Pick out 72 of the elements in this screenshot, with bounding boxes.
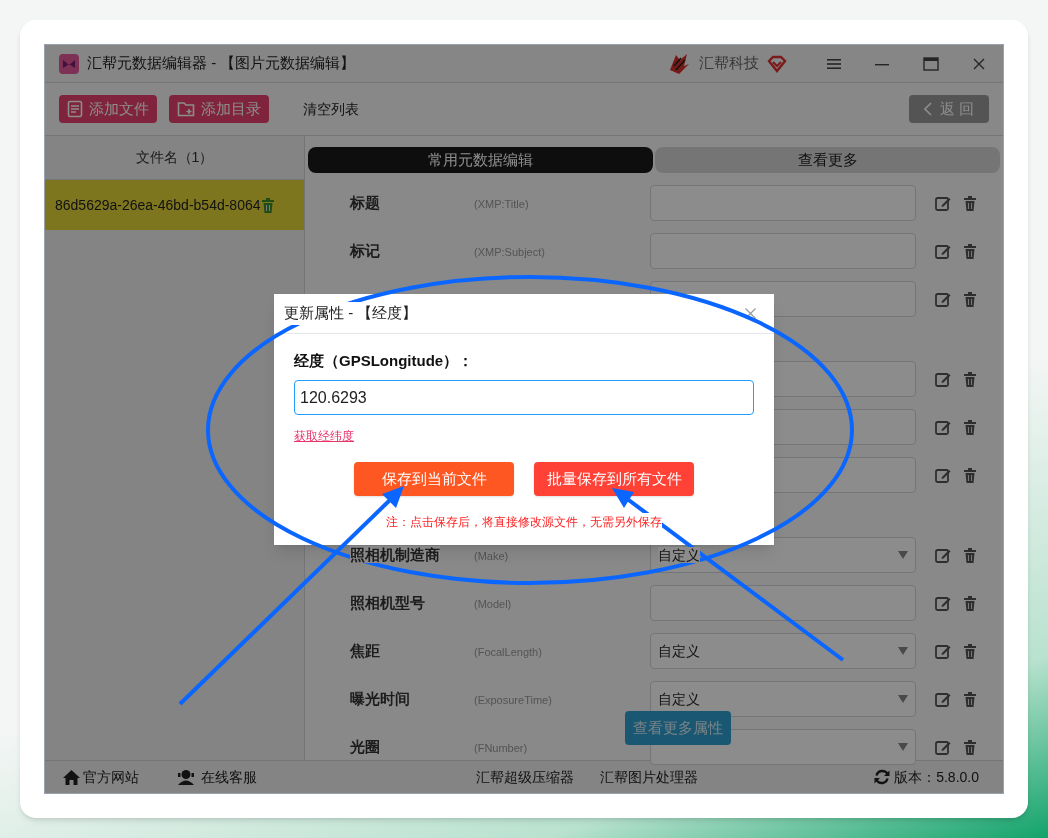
edit-icon[interactable] [934,642,951,660]
input-field[interactable] [650,185,916,221]
field-label: 照相机型号 [350,594,425,611]
dropdown-arrow-icon [898,551,908,559]
window-title: 汇帮元数据编辑器 - 【图片元数据编辑】 [87,53,356,74]
trash-icon[interactable] [963,467,977,483]
user-icon [177,769,195,785]
note-text: 注：点击保存后，将直接修改源文件，无需另外保存 [386,513,662,531]
edit-icon[interactable] [934,546,951,564]
trash-icon[interactable] [963,371,977,387]
edit-icon[interactable] [934,290,951,308]
edit-icon[interactable] [934,738,951,756]
add-file-button[interactable]: 添加文件 [59,95,157,123]
trash-icon [260,197,275,213]
footer-link[interactable]: 官方网站 [63,766,139,788]
edit-icon[interactable] [934,594,951,612]
close-icon[interactable] [745,308,756,319]
input-field[interactable] [650,233,916,269]
field-label: 曝光时间 [350,690,410,707]
edit-icon[interactable] [934,370,951,388]
trash-icon[interactable] [963,547,977,563]
home-icon [63,769,80,785]
footer-link[interactable]: 汇帮超级压缩器 [476,766,574,788]
field-label: 光圈 [350,738,380,755]
trash-icon[interactable] [963,419,977,435]
brand-name: 汇帮科技 [699,53,759,74]
trash-icon[interactable] [963,739,977,755]
footer-link[interactable]: 汇帮图片处理器 [600,766,698,788]
brand-logo-icon [667,51,691,76]
edit-icon[interactable] [934,194,951,212]
folder-plus-icon [177,101,195,117]
edit-icon[interactable] [934,418,951,436]
trash-icon[interactable] [963,643,977,659]
refresh-icon [874,769,891,785]
input-field[interactable] [650,585,916,621]
close-icon[interactable] [973,57,985,70]
save-button[interactable]: 保存到当前文件 [354,462,514,496]
field-label: 经度（GPSLongitude）： [294,351,475,370]
diamond-icon [767,54,787,73]
link[interactable]: 获取经纬度 [294,427,354,445]
dropdown-arrow-icon [898,743,908,751]
dropdown-arrow-icon [898,695,908,703]
dropdown-arrow-icon [898,647,908,655]
save-button[interactable]: 批量保存到所有文件 [534,462,694,496]
field-label: 标题 [350,194,380,211]
field-label: 焦距 [350,642,380,659]
field-label: 照相机制造商 [350,546,440,563]
field-label: 标记 [350,242,380,259]
edit-icon[interactable] [934,242,951,260]
footer-link[interactable]: 在线客服 [177,766,257,788]
trash-icon[interactable] [963,195,977,211]
file-name: 86d5629a-26ea-46bd-b54d-8064 [55,195,261,215]
trash-icon[interactable] [963,691,977,707]
add-folder-button[interactable]: 添加目录 [169,95,269,123]
app-logo-icon [59,53,79,74]
input-field[interactable]: 120.6293 [294,380,754,415]
menu-icon[interactable] [827,57,841,70]
chevron-left-icon [923,102,932,116]
trash-icon[interactable] [963,243,977,259]
tab[interactable]: 查看更多 [655,147,1000,173]
version-label: 版本：5.8.0.0 [894,767,979,787]
select-field[interactable]: 自定义 [650,681,916,717]
edit-icon[interactable] [934,690,951,708]
clear-list-button[interactable]: 清空列表 [297,95,365,123]
document-icon [67,100,83,118]
file-list-item[interactable]: 86d5629a-26ea-46bd-b54d-8064 [45,180,304,230]
edit-icon[interactable] [934,466,951,484]
tab[interactable]: 常用元数据编辑 [308,147,653,173]
trash-icon[interactable] [963,291,977,307]
trash-icon[interactable] [963,595,977,611]
maximize-icon[interactable] [923,56,939,71]
select-field[interactable]: 自定义 [650,633,916,669]
